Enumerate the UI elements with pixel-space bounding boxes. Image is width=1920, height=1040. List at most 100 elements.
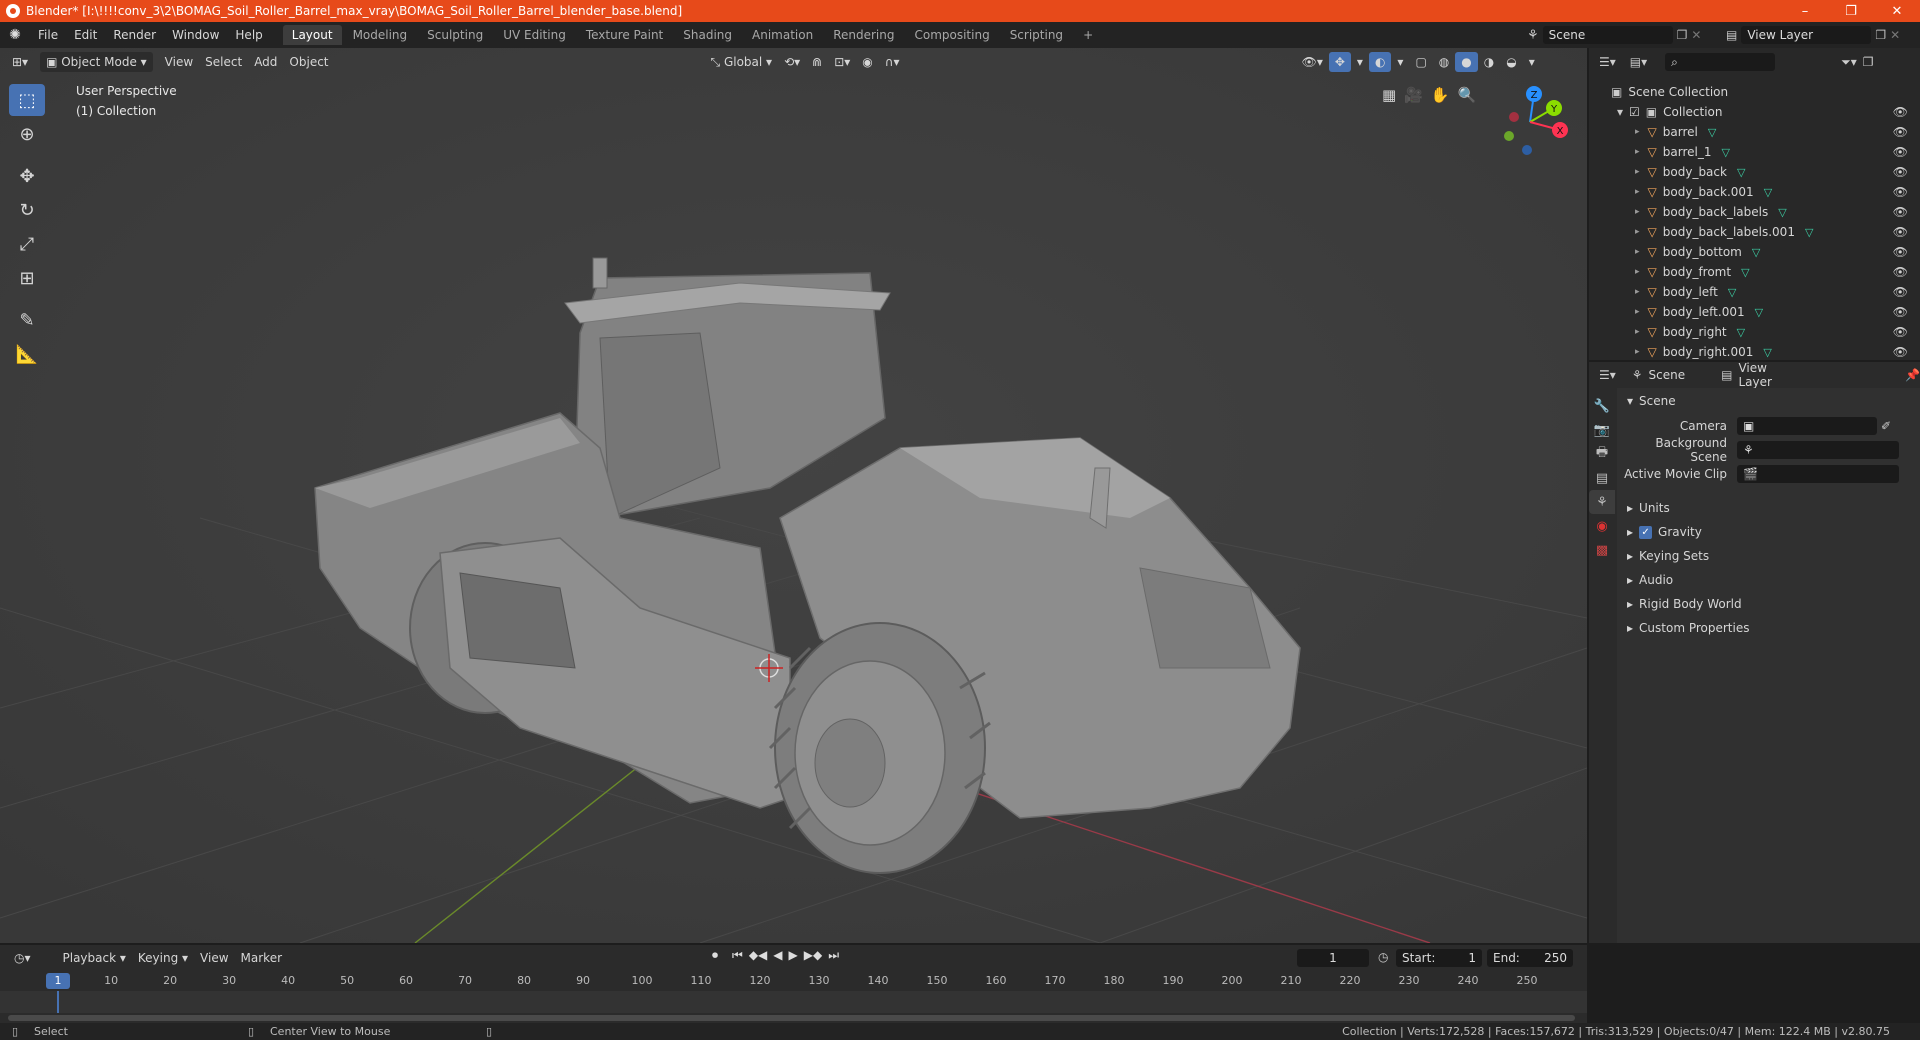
visibility-eye-icon[interactable]: 👁	[1893, 185, 1908, 199]
timeline-tick[interactable]: 10	[96, 973, 126, 989]
mesh-data-icon[interactable]: ▽	[1728, 286, 1736, 299]
tool-tab-icon[interactable]: 🔧	[1589, 394, 1615, 418]
new-scene-icon[interactable]: ❐	[1677, 28, 1688, 42]
timeline-tick[interactable]: 230	[1394, 973, 1424, 989]
outliner-editor-type-icon[interactable]: ☰▾	[1599, 55, 1616, 69]
shading-dropdown-icon[interactable]: ▾	[1523, 52, 1541, 72]
properties-view-layer-tab[interactable]: View Layer	[1738, 362, 1799, 389]
viewport-menu-select[interactable]: Select	[199, 52, 248, 72]
gravity-checkbox[interactable]: ✓	[1639, 525, 1653, 539]
audio-section-header[interactable]: ▸ Audio	[1617, 568, 1920, 592]
expand-icon[interactable]: ▸	[1635, 147, 1640, 157]
display-mode-icon[interactable]: ▤▾	[1630, 55, 1647, 69]
mesh-data-icon[interactable]: ▽	[1737, 326, 1745, 339]
mesh-data-icon[interactable]: ▽	[1805, 226, 1813, 239]
timeline-scrollbar[interactable]	[8, 1015, 1575, 1021]
overlays-toggle-icon[interactable]: ◐	[1368, 52, 1392, 72]
proportional-falloff-icon[interactable]: ∩▾	[879, 52, 906, 72]
visibility-eye-icon[interactable]: 👁	[1893, 285, 1908, 299]
visibility-eye-icon[interactable]: 👁	[1893, 225, 1908, 239]
timeline-tick[interactable]: 100	[627, 973, 657, 989]
measure-tool-icon[interactable]: 📐	[9, 338, 45, 370]
pivot-point-icon[interactable]: ⟲▾	[778, 52, 806, 72]
visibility-eye-icon[interactable]: 👁	[1893, 345, 1908, 359]
timeline-tick[interactable]: 140	[863, 973, 893, 989]
shading-solid-icon[interactable]: ●	[1455, 52, 1478, 72]
tab-layout[interactable]: Layout	[282, 25, 342, 45]
mesh-data-icon[interactable]: ▽	[1755, 306, 1763, 319]
timeline-tick[interactable]: 60	[391, 973, 421, 989]
gizmo-toggle-icon[interactable]: ✥	[1328, 52, 1351, 72]
timeline-menu-view[interactable]: View	[194, 948, 234, 968]
viewport-menu-object[interactable]: Object	[283, 52, 334, 72]
texture-tab-icon[interactable]: ▩	[1589, 538, 1615, 562]
pin-icon[interactable]: 📌	[1905, 368, 1920, 382]
outliner-object-row[interactable]: ▸ ▽ body_back_labels ▽ 👁	[1589, 202, 1920, 222]
active-movie-clip-field[interactable]: 🎬	[1737, 465, 1899, 483]
use-preview-range-icon[interactable]: ◷	[1378, 950, 1388, 964]
viewport-menu-view[interactable]: View	[159, 52, 199, 72]
transform-tool-icon[interactable]: ⊞	[9, 262, 45, 294]
timeline-tick[interactable]: 110	[686, 973, 716, 989]
jump-start-icon[interactable]: ⏮	[732, 948, 743, 963]
minimize-button[interactable]: –	[1782, 0, 1828, 22]
tab-sculpting[interactable]: Sculpting	[418, 25, 492, 45]
timeline-tick[interactable]: 30	[214, 973, 244, 989]
timeline-tick[interactable]: 120	[745, 973, 775, 989]
render-tab-icon[interactable]: 📷	[1589, 418, 1615, 442]
tab-texture-paint[interactable]: Texture Paint	[577, 25, 672, 45]
expand-icon[interactable]: ▸	[1635, 347, 1640, 357]
timeline-tick[interactable]: 200	[1217, 973, 1247, 989]
mesh-data-icon[interactable]: ▽	[1741, 266, 1749, 279]
viewport-scene[interactable]	[0, 48, 1587, 943]
properties-editor-type-icon[interactable]: ☰▾	[1599, 368, 1616, 382]
timeline-track-area[interactable]	[0, 991, 1587, 1013]
expand-icon[interactable]: ▸	[1635, 267, 1640, 277]
outliner-object-row[interactable]: ▸ ▽ body_fromt ▽ 👁	[1589, 262, 1920, 282]
overlays-dropdown-icon[interactable]: ▾	[1391, 52, 1409, 72]
maximize-button[interactable]: ❐	[1828, 0, 1874, 22]
scale-tool-icon[interactable]: ⤢	[9, 228, 45, 260]
timeline-tick[interactable]: 210	[1276, 973, 1306, 989]
outliner-scene-collection[interactable]: ▣ Scene Collection	[1589, 82, 1920, 102]
filter-icon[interactable]: ⏷▾	[1841, 55, 1857, 70]
blender-menu-icon[interactable]: ✺	[0, 27, 30, 43]
transform-orientation-dropdown[interactable]: ⤡ Global ▾	[705, 52, 779, 72]
outliner-search-input[interactable]: ⌕	[1665, 53, 1776, 71]
timeline-tick[interactable]: 50	[332, 973, 362, 989]
zoom-view-icon[interactable]: 🔍	[1458, 86, 1477, 104]
properties-scene-tab[interactable]: Scene	[1649, 368, 1686, 382]
collapse-icon[interactable]: ▾	[1617, 105, 1623, 119]
timeline-tick[interactable]: 170	[1040, 973, 1070, 989]
custom-properties-section-header[interactable]: ▸ Custom Properties	[1617, 616, 1920, 640]
outliner-object-row[interactable]: ▸ ▽ body_left ▽ 👁	[1589, 282, 1920, 302]
timeline-editor-type-icon[interactable]: ◷▾	[8, 948, 37, 968]
timeline-tick[interactable]: 90	[568, 973, 598, 989]
delete-scene-icon[interactable]: ✕	[1691, 28, 1701, 42]
current-frame-field[interactable]: 1	[1297, 949, 1369, 967]
scene-name-field[interactable]: Scene	[1542, 26, 1673, 44]
world-tab-icon[interactable]: ◉	[1589, 514, 1615, 538]
expand-icon[interactable]: ▸	[1635, 227, 1640, 237]
camera-view-icon[interactable]: 🎥	[1404, 86, 1423, 104]
annotate-tool-icon[interactable]: ✎	[9, 304, 45, 336]
snap-target-icon[interactable]: ⊡▾	[828, 52, 856, 72]
tab-rendering[interactable]: Rendering	[824, 25, 903, 45]
visibility-eye-icon[interactable]: 👁	[1893, 145, 1908, 159]
timeline-tick[interactable]: 150	[922, 973, 952, 989]
prev-keyframe-icon[interactable]: ◆◀	[749, 948, 767, 963]
gizmo-neg-z-axis[interactable]	[1522, 145, 1532, 155]
tab-animation[interactable]: Animation	[743, 25, 822, 45]
timeline-tick[interactable]: 190	[1158, 973, 1188, 989]
menu-window[interactable]: Window	[164, 22, 227, 48]
tab-compositing[interactable]: Compositing	[905, 25, 998, 45]
view-layer-icon[interactable]: ▤	[1726, 28, 1737, 42]
units-section-header[interactable]: ▸ Units	[1617, 496, 1920, 520]
camera-field[interactable]: ▣	[1737, 417, 1877, 435]
expand-icon[interactable]: ▸	[1635, 307, 1640, 317]
background-scene-field[interactable]: ⚘	[1737, 441, 1899, 459]
outliner-collection[interactable]: ▾ ☑ ▣ Collection 👁	[1589, 102, 1920, 122]
outliner-object-row[interactable]: ▸ ▽ body_right ▽ 👁	[1589, 322, 1920, 342]
editor-type-icon[interactable]: ⊞▾	[6, 52, 34, 72]
tab-modeling[interactable]: Modeling	[344, 25, 417, 45]
